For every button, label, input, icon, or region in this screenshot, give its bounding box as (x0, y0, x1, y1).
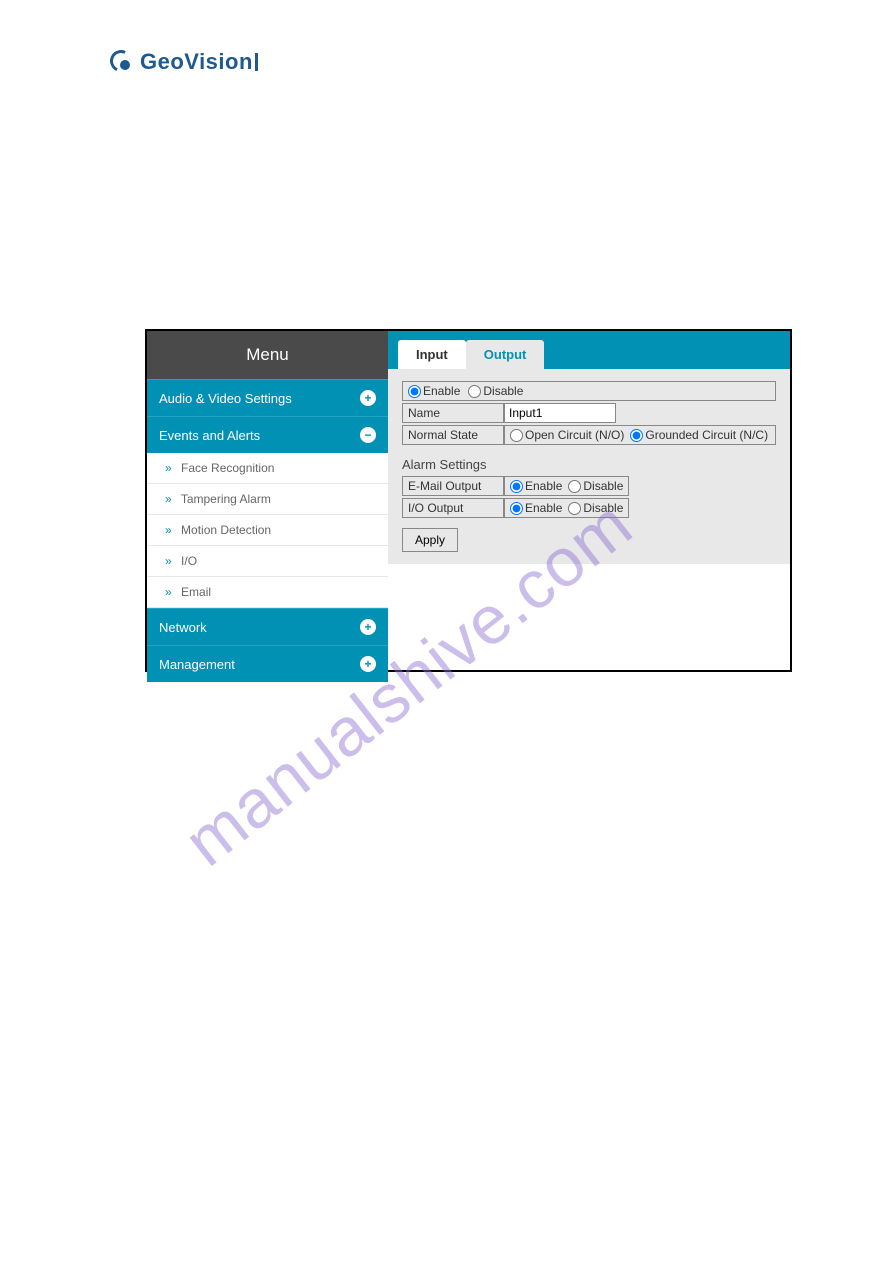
sidebar-section-label: Network (159, 620, 207, 635)
sidebar-section-label: Events and Alerts (159, 428, 260, 443)
form-area: Enable Disable Name Normal State Open Ci… (388, 369, 790, 564)
sidebar-item-label: Email (181, 585, 211, 599)
sidebar-item-motion-detection[interactable]: Motion Detection (147, 515, 388, 546)
logo-bar-icon (255, 53, 258, 71)
sidebar-item-label: Motion Detection (181, 523, 271, 537)
sidebar-section-label: Audio & Video Settings (159, 391, 292, 406)
name-label: Name (402, 403, 504, 423)
radio-disable[interactable]: Disable (468, 384, 523, 398)
sidebar-item-label: I/O (181, 554, 197, 568)
radio-disable-input[interactable] (468, 385, 481, 398)
sidebar-item-label: Tampering Alarm (181, 492, 271, 506)
radio-enable-input[interactable] (408, 385, 421, 398)
radio-label: Enable (525, 479, 562, 493)
radio-io-disable[interactable]: Disable (568, 501, 623, 515)
radio-no-input[interactable] (510, 429, 523, 442)
tab-label: Input (416, 347, 448, 362)
radio-label: Open Circuit (N/O) (525, 428, 624, 442)
apply-button[interactable]: Apply (402, 528, 458, 552)
name-row: Name (402, 403, 776, 423)
enable-row: Enable Disable (402, 381, 776, 401)
radio-label: Disable (583, 479, 623, 493)
radio-label: Disable (483, 384, 523, 398)
logo-text: GeoVision (140, 49, 253, 75)
io-output-value: Enable Disable (504, 498, 629, 518)
brand-logo: GeoVision (108, 48, 258, 76)
sidebar-item-tampering-alarm[interactable]: Tampering Alarm (147, 484, 388, 515)
radio-no[interactable]: Open Circuit (N/O) (510, 428, 624, 442)
logo-mark-icon (108, 48, 136, 76)
radio-label: Enable (525, 501, 562, 515)
sidebar-item-face-recognition[interactable]: Face Recognition (147, 453, 388, 484)
tab-label: Output (484, 347, 527, 362)
radio-email-enable[interactable]: Enable (510, 479, 562, 493)
sidebar-item-io[interactable]: I/O (147, 546, 388, 577)
email-output-label: E-Mail Output (402, 476, 504, 496)
alarm-settings-title: Alarm Settings (402, 457, 776, 472)
radio-label: Disable (583, 501, 623, 515)
radio-email-disable[interactable]: Disable (568, 479, 623, 493)
content-pane: Input Output Enable Disable Name (388, 331, 790, 670)
radio-io-enable[interactable]: Enable (510, 501, 562, 515)
radio-label: Grounded Circuit (N/C) (645, 428, 768, 442)
sidebar-item-email[interactable]: Email (147, 577, 388, 608)
sidebar-item-label: Face Recognition (181, 461, 274, 475)
normal-state-row: Normal State Open Circuit (N/O) Grounded… (402, 425, 776, 445)
sidebar-section-audio-video[interactable]: Audio & Video Settings + (147, 379, 388, 416)
tab-input[interactable]: Input (398, 340, 466, 369)
menu-title: Menu (147, 331, 388, 379)
radio-nc-input[interactable] (630, 429, 643, 442)
radio-email-disable-input[interactable] (568, 480, 581, 493)
normal-state-label: Normal State (402, 425, 504, 445)
content-blank-area (388, 564, 790, 670)
radio-io-enable-input[interactable] (510, 502, 523, 515)
minus-icon: − (360, 427, 376, 443)
tab-output[interactable]: Output (466, 340, 545, 369)
sidebar-section-management[interactable]: Management + (147, 645, 388, 682)
radio-label: Enable (423, 384, 460, 398)
plus-icon: + (360, 390, 376, 406)
name-input[interactable] (504, 403, 616, 423)
io-output-row: I/O Output Enable Disable (402, 498, 776, 518)
radio-io-disable-input[interactable] (568, 502, 581, 515)
sidebar: Menu Audio & Video Settings + Events and… (147, 331, 388, 670)
plus-icon: + (360, 656, 376, 672)
sidebar-section-events-alerts[interactable]: Events and Alerts − (147, 416, 388, 453)
tab-bar: Input Output (388, 331, 790, 369)
radio-nc[interactable]: Grounded Circuit (N/C) (630, 428, 768, 442)
sidebar-section-network[interactable]: Network + (147, 608, 388, 645)
app-window: Menu Audio & Video Settings + Events and… (145, 329, 792, 672)
email-output-row: E-Mail Output Enable Disable (402, 476, 776, 496)
radio-email-enable-input[interactable] (510, 480, 523, 493)
plus-icon: + (360, 619, 376, 635)
normal-state-value: Open Circuit (N/O) Grounded Circuit (N/C… (504, 425, 776, 445)
io-output-label: I/O Output (402, 498, 504, 518)
sidebar-section-label: Management (159, 657, 235, 672)
email-output-value: Enable Disable (504, 476, 629, 496)
radio-enable[interactable]: Enable (408, 384, 460, 398)
